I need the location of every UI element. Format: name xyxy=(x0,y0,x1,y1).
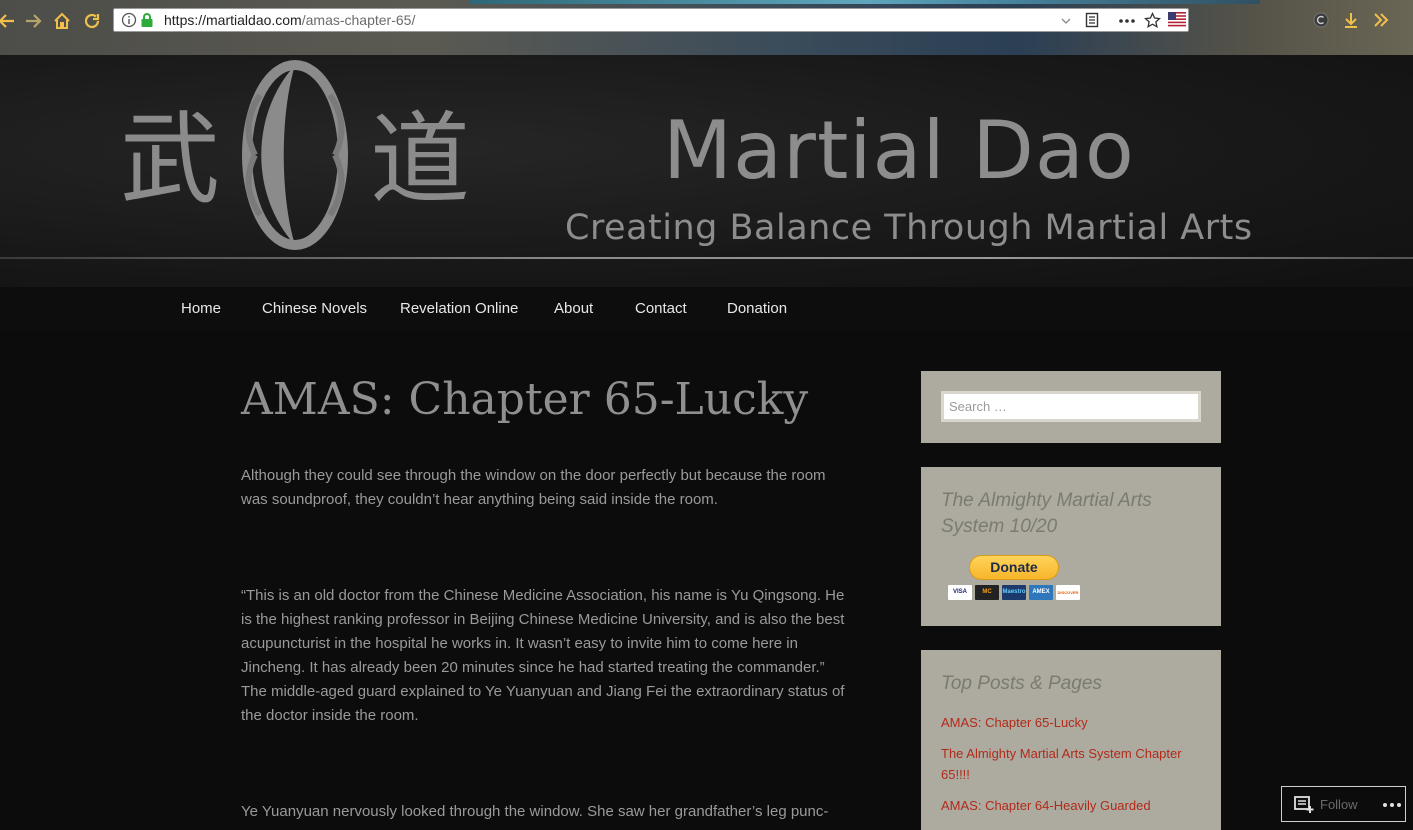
back-arrow-icon xyxy=(0,14,14,28)
paypal-donate-button[interactable]: Donate xyxy=(969,555,1059,580)
site-header: 武 道 Martial Dao Creating Balance Through… xyxy=(0,55,1413,287)
top-posts-widget: Top Posts & Pages AMAS: Chapter 65-Lucky… xyxy=(921,650,1221,830)
site-title[interactable]: Martial Dao xyxy=(663,111,1135,191)
donate-widget: The Almighty Martial Arts System 10/20 D… xyxy=(921,467,1221,626)
reload-button[interactable] xyxy=(81,10,103,32)
browser-toolbar: https://martialdao.com/amas-chapter-65/ xyxy=(0,0,1413,55)
nav-contact[interactable]: Contact xyxy=(635,300,687,317)
more-options-icon[interactable] xyxy=(1382,802,1402,808)
top-post-link[interactable]: The Almighty Martial Arts System Chapter… xyxy=(941,743,1191,785)
home-button[interactable] xyxy=(51,10,73,32)
logo-emblem-icon xyxy=(242,60,348,250)
search-widget: Search … xyxy=(921,371,1221,443)
forward-button[interactable] xyxy=(22,10,44,32)
site-tagline: Creating Balance Through Martial Arts xyxy=(565,208,1253,248)
home-icon xyxy=(54,12,70,29)
nav-about[interactable]: About xyxy=(554,300,593,317)
double-chevron-right-icon xyxy=(1374,13,1389,27)
url-host: https://martialdao.com xyxy=(164,12,302,28)
extension-button[interactable] xyxy=(1310,9,1332,31)
info-icon[interactable] xyxy=(121,12,137,28)
article-paragraph: “This is an old doctor from the Chinese … xyxy=(241,587,845,724)
search-input[interactable]: Search … xyxy=(941,391,1201,422)
reload-icon xyxy=(84,13,100,29)
visa-card-icon: VISA xyxy=(948,585,972,600)
nav-revelation-online[interactable]: Revelation Online xyxy=(400,300,518,317)
nav-donation[interactable]: Donation xyxy=(727,300,787,317)
downloads-button[interactable] xyxy=(1340,9,1362,31)
main-navigation: Home Chinese Novels Revelation Online Ab… xyxy=(0,287,1413,331)
forward-arrow-icon xyxy=(26,14,42,28)
donate-widget-title: The Almighty Martial Arts System 10/20 xyxy=(941,490,1152,537)
reader-view-icon[interactable] xyxy=(1084,12,1100,28)
top-posts-title: Top Posts & Pages xyxy=(941,673,1102,694)
follow-button[interactable]: Follow xyxy=(1320,797,1358,812)
logo-character-wu: 武 xyxy=(120,101,220,218)
article-paragraph: Ye Yuanyuan nervously looked through the… xyxy=(241,803,829,820)
article-title: AMAS: Chapter 65-Lucky xyxy=(241,374,809,425)
mastercard-icon: MC xyxy=(975,585,999,600)
amex-card-icon: AMEX xyxy=(1029,585,1053,600)
url-text[interactable]: https://martialdao.com/amas-chapter-65/ xyxy=(164,12,415,28)
lock-icon[interactable] xyxy=(140,12,154,28)
header-divider xyxy=(0,257,1413,259)
bookmark-star-icon[interactable] xyxy=(1144,12,1161,29)
us-flag-icon[interactable] xyxy=(1168,12,1186,27)
article-paragraph: Although they could see through the wind… xyxy=(241,467,826,508)
overflow-menu-button[interactable] xyxy=(1370,9,1392,31)
follow-reader-icon[interactable] xyxy=(1294,796,1314,814)
top-post-link[interactable]: AMAS: Chapter 65-Lucky xyxy=(941,712,1211,733)
nav-chinese-novels[interactable]: Chinese Novels xyxy=(262,300,367,317)
toolbar-decoration xyxy=(470,0,1260,4)
logo-character-dao: 道 xyxy=(370,101,470,218)
back-button[interactable] xyxy=(0,10,18,32)
maestro-card-icon: Maestro xyxy=(1002,585,1026,600)
payment-cards: VISA MC Maestro AMEX DISCOVER xyxy=(948,585,1080,600)
download-icon xyxy=(1345,13,1357,28)
address-bar[interactable]: https://martialdao.com/amas-chapter-65/ xyxy=(113,8,1189,32)
extension-c-icon xyxy=(1313,12,1329,28)
discover-card-icon: DISCOVER xyxy=(1056,585,1080,600)
chevron-down-icon[interactable] xyxy=(1060,15,1072,27)
top-post-link[interactable]: AMAS: Chapter 64-Heavily Guarded xyxy=(941,795,1211,816)
url-path: /amas-chapter-65/ xyxy=(301,12,416,28)
nav-home[interactable]: Home xyxy=(181,300,221,317)
more-actions-icon[interactable] xyxy=(1118,15,1136,27)
follow-bar: Follow xyxy=(1281,786,1406,822)
